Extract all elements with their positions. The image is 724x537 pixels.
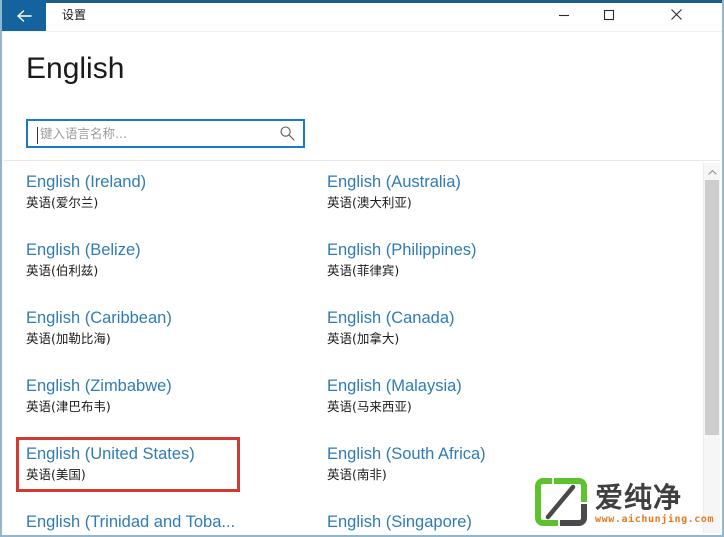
list-item[interactable]: English (Belize) 英语(伯利兹)	[26, 240, 316, 280]
close-button[interactable]	[654, 3, 699, 30]
back-button[interactable]	[2, 0, 46, 31]
language-name-zh: 英语(加勒比海)	[26, 331, 111, 346]
language-name-en: English (United States)	[26, 445, 195, 463]
vertical-scrollbar[interactable]	[703, 163, 720, 533]
list-item[interactable]: English (Ireland) 英语(爱尔兰)	[26, 172, 316, 212]
language-name-zh: 英语(伯利兹)	[26, 263, 99, 278]
list-item[interactable]: English (Philippines) 英语(菲律宾)	[327, 240, 617, 280]
language-name-en: English (Malaysia)	[327, 377, 462, 395]
list-item[interactable]: English (Trinidad and Toba...	[26, 512, 316, 532]
language-name-zh: 英语(加拿大)	[327, 331, 400, 346]
search-placeholder: 键入语言名称...	[40, 126, 127, 141]
page-title: English	[26, 52, 125, 85]
language-list: English (Ireland) 英语(爱尔兰) English (Beliz…	[2, 163, 702, 535]
language-name-en: English (Australia)	[327, 173, 461, 191]
language-name-en: English (Philippines)	[327, 241, 477, 259]
search-icon[interactable]	[279, 125, 296, 147]
list-item[interactable]: English (Caribbean) 英语(加勒比海)	[26, 308, 316, 348]
title-bar: 设置	[2, 0, 722, 32]
language-name-en: English (Caribbean)	[26, 309, 172, 327]
maximize-button[interactable]	[586, 3, 631, 30]
settings-window: 设置 English 键入语言名称... English (Ireland) 英…	[0, 0, 724, 537]
language-name-en: English (South Africa)	[327, 445, 486, 463]
list-item[interactable]: English (Canada) 英语(加拿大)	[327, 308, 617, 348]
language-name-en: English (Zimbabwe)	[26, 377, 172, 395]
back-arrow-icon	[15, 8, 33, 24]
chevron-up-icon	[707, 163, 717, 181]
minimize-button[interactable]	[541, 3, 586, 30]
list-item[interactable]: English (Singapore)	[327, 512, 617, 532]
language-name-en: English (Trinidad and Toba...	[26, 513, 236, 531]
list-item[interactable]: English (Malaysia) 英语(马来西亚)	[327, 376, 617, 416]
language-name-zh: 英语(南非)	[327, 467, 387, 482]
scrollbar-thumb[interactable]	[705, 180, 719, 435]
language-name-zh: 英语(澳大利亚)	[327, 195, 412, 210]
scroll-up-button[interactable]	[704, 163, 720, 180]
window-title: 设置	[62, 8, 87, 22]
scrollbar-track[interactable]	[704, 435, 720, 533]
language-name-en: English (Canada)	[327, 309, 455, 327]
language-name-zh: 英语(马来西亚)	[327, 399, 412, 414]
list-top-divider	[4, 160, 720, 161]
language-name-zh: 英语(爱尔兰)	[26, 195, 99, 210]
language-name-en: English (Ireland)	[26, 173, 147, 191]
language-name-en: English (Singapore)	[327, 513, 472, 531]
list-item[interactable]: English (Australia) 英语(澳大利亚)	[327, 172, 617, 212]
search-text-caret	[37, 127, 38, 144]
close-icon	[670, 8, 683, 26]
language-name-zh: 英语(美国)	[26, 467, 86, 482]
language-name-zh: 英语(菲律宾)	[327, 263, 400, 278]
list-item[interactable]: English (Zimbabwe) 英语(津巴布韦)	[26, 376, 316, 416]
search-input[interactable]: 键入语言名称...	[26, 119, 305, 148]
minimize-icon	[558, 8, 570, 26]
language-name-zh: 英语(津巴布韦)	[26, 399, 111, 414]
list-item[interactable]: English (South Africa) 英语(南非)	[327, 444, 617, 484]
language-name-en: English (Belize)	[26, 241, 141, 259]
maximize-icon	[603, 8, 615, 26]
list-item-united-states[interactable]: English (United States) 英语(美国)	[26, 444, 316, 484]
